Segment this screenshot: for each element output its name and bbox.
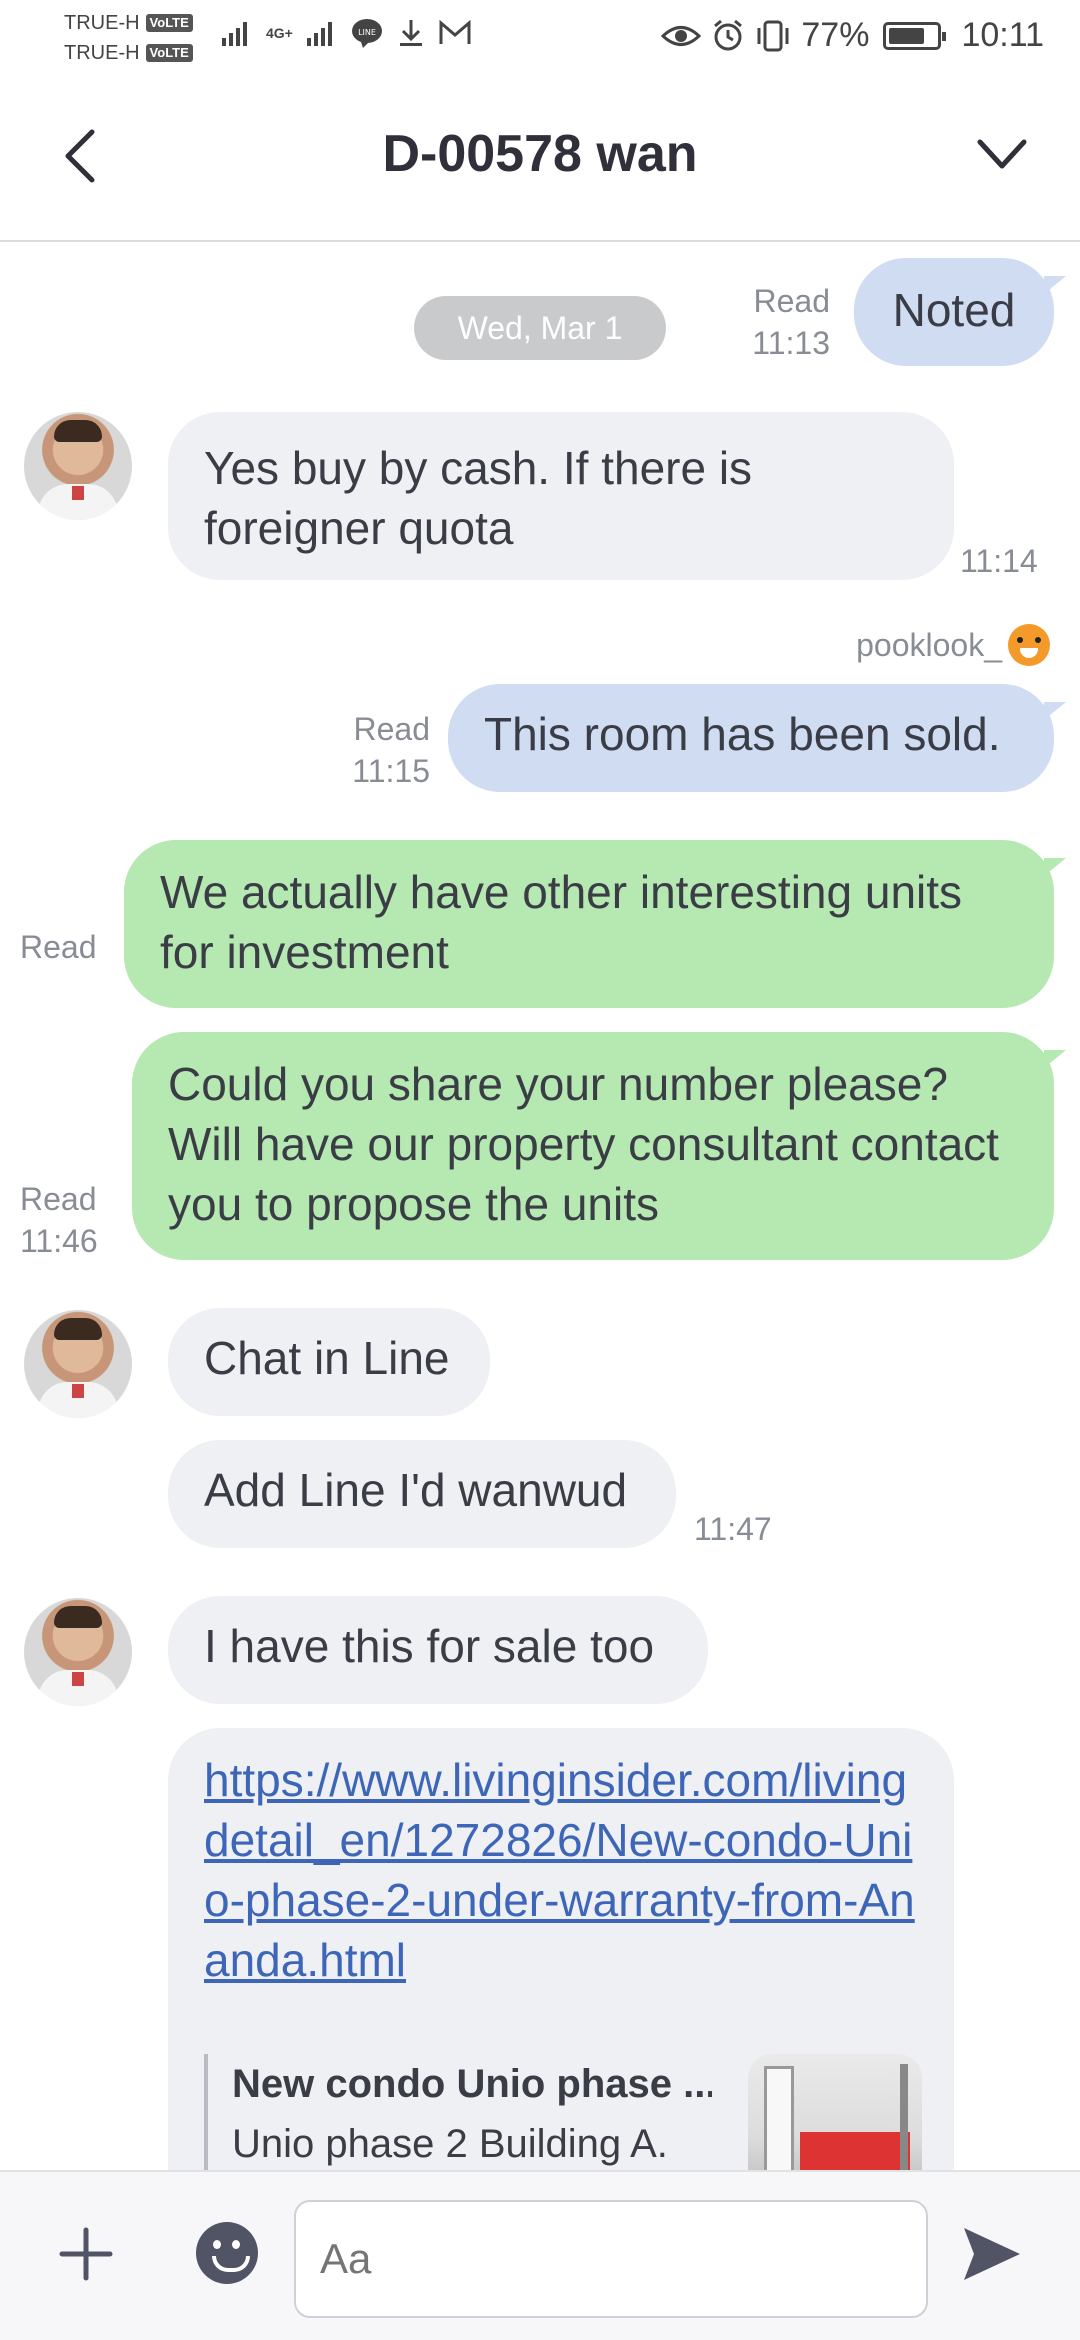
message-text: Noted (892, 284, 1016, 336)
avatar[interactable] (24, 1310, 132, 1418)
carrier-2-label: TRUE-H (64, 42, 140, 64)
preview-description: Unio phase 2 Building A. (232, 2122, 668, 2166)
chat-header: D-00578 wan (0, 78, 1080, 242)
tiger-emoji-icon (1008, 624, 1050, 666)
read-status: Read (753, 283, 831, 319)
battery-percent: 77% (801, 16, 870, 54)
clock: 10:11 (961, 16, 1044, 54)
message-time: 11:46 (20, 1223, 98, 1259)
message-text: This room has been sold. (484, 708, 1001, 760)
emoji-icon[interactable] (196, 2222, 258, 2284)
message-text: I have this for sale too (204, 1620, 655, 1672)
avatar[interactable] (24, 412, 132, 520)
message-list[interactable]: Wed, Mar 1 Read 11:13 Noted Yes buy by c… (0, 244, 1080, 2170)
message-status: Read 11:46 (20, 1178, 110, 1262)
outgoing-message[interactable]: This room has been sold. (448, 684, 1066, 792)
alarm-icon (714, 19, 743, 50)
message-link[interactable]: https://www.livinginsider.com/livingdeta… (204, 1750, 918, 1990)
line-app-icon: LINE (351, 19, 382, 48)
message-status: Read 11:15 (320, 708, 430, 792)
avatar[interactable] (24, 1598, 132, 1706)
gmail-icon (439, 20, 471, 44)
signal-icon (306, 22, 332, 46)
chevron-down-icon[interactable] (974, 134, 1030, 174)
plus-icon[interactable] (56, 2224, 116, 2284)
carrier-info: TRUE-H VoLTE TRUE-H VoLTE (64, 8, 193, 68)
battery-fill (889, 27, 925, 44)
volte-badge: VoLTE (145, 44, 193, 62)
preview-thumbnail (748, 2054, 922, 2170)
carrier-1-label: TRUE-H (64, 12, 140, 34)
outgoing-message[interactable]: Noted (854, 258, 1066, 366)
status-bar: TRUE-H VoLTE TRUE-H VoLTE 4G+ LINE 77% 10:… (0, 0, 1080, 78)
message-text: We actually have other interesting units… (160, 866, 963, 978)
send-icon[interactable] (960, 2222, 1024, 2286)
incoming-message[interactable]: Add Line I'd wanwud (168, 1440, 676, 1548)
svg-text:LINE: LINE (358, 28, 376, 37)
read-status: Read (20, 1181, 97, 1217)
message-text: Could you share your number please? Will… (168, 1058, 999, 1230)
system-icons: 77% 10:11 (661, 16, 1044, 55)
date-separator: Wed, Mar 1 (414, 296, 666, 360)
message-status: Read 11:13 (720, 280, 830, 364)
message-time: 11:15 (352, 753, 430, 789)
chat-title: D-00578 wan (382, 125, 698, 183)
outgoing-message[interactable]: We actually have other interesting units… (124, 840, 1066, 1008)
battery-icon (883, 21, 947, 50)
outgoing-message[interactable]: Could you share your number please? Will… (132, 1032, 1066, 1260)
notification-icons: 4G+ LINE (222, 18, 471, 48)
download-icon (399, 20, 422, 46)
input-bar (0, 2170, 1080, 2340)
link-preview[interactable]: New condo Unio phase ... Unio phase 2 Bu… (204, 2054, 924, 2170)
incoming-message[interactable]: I have this for sale too (168, 1596, 708, 1704)
message-text: Add Line I'd wanwud (204, 1464, 628, 1516)
incoming-message[interactable]: Yes buy by cash. If there is foreigner q… (168, 412, 954, 580)
message-time: 11:14 (960, 543, 1038, 579)
sender-name: pooklook_ (856, 624, 1050, 666)
incoming-message[interactable]: Chat in Line (168, 1308, 490, 1416)
preview-title: New condo Unio phase ... (232, 2062, 712, 2106)
message-text: Yes buy by cash. If there is foreigner q… (204, 442, 753, 554)
message-time: 11:47 (694, 1511, 772, 1547)
network-type-label: 4G+ (266, 25, 293, 41)
signal-icon (222, 22, 247, 46)
message-time: 11:13 (752, 325, 830, 361)
message-input[interactable] (294, 2200, 928, 2318)
vibrate-icon (757, 20, 789, 51)
sender-name-text: pooklook_ (856, 626, 1002, 663)
volte-badge: VoLTE (145, 14, 193, 32)
eye-icon (661, 25, 702, 46)
message-text: Chat in Line (204, 1332, 450, 1384)
read-status: Read (20, 929, 97, 965)
link-message[interactable]: https://www.livinginsider.com/livingdeta… (168, 1728, 954, 2170)
read-status: Read (353, 711, 431, 747)
